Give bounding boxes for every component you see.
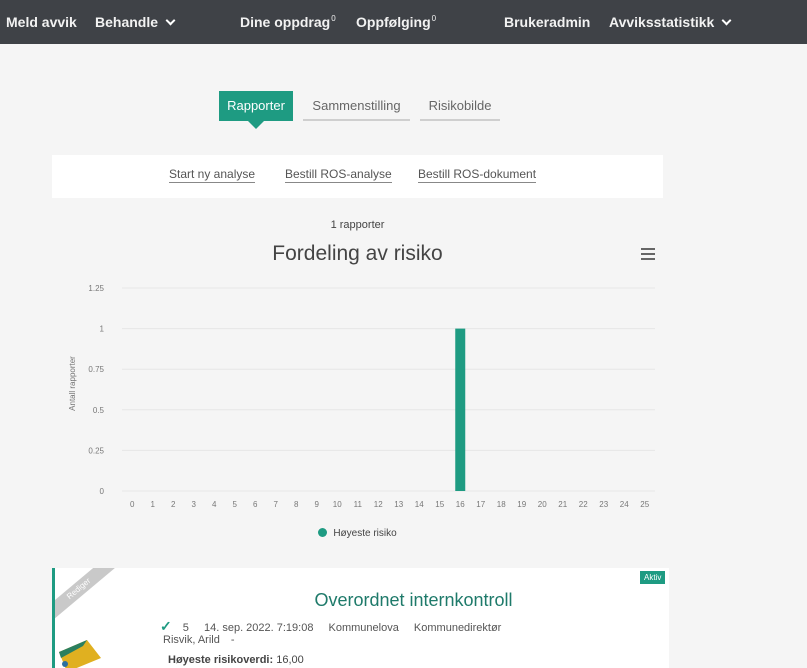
y-tick-label: 0.75 [88, 365, 104, 374]
y-tick-label: 1 [100, 325, 105, 334]
chart-menu-icon[interactable] [641, 248, 655, 260]
report-title[interactable]: Overordnet internkontroll [55, 590, 669, 611]
x-tick-label: 12 [374, 500, 383, 509]
y-tick-label: 1.25 [88, 284, 104, 293]
order-ros-document-link[interactable]: Bestill ROS-dokument [418, 167, 537, 183]
nav-behandle-label: Behandle [95, 14, 159, 30]
actions-bar: Start ny analyse Bestill ROS-analyse Bes… [52, 155, 663, 198]
x-tick-label: 4 [212, 500, 217, 509]
nav-oppfolging-label: Oppfølging [356, 14, 431, 30]
tab-risikobilde-label: Risikobilde [428, 98, 492, 113]
chart-plot: 00.250.50.7511.25Antall rapporter0 1 2 3 4 5 6… [68, 284, 655, 509]
report-role: Kommunedirektør [413, 622, 502, 634]
highest-risk-line: Høyeste risikoverdi: 16,00 [168, 654, 304, 666]
nav-meld-avvik-label: Meld avvik [6, 14, 77, 30]
nav-dine-oppdrag-label: Dine oppdrag [240, 14, 331, 30]
x-tick-label: 11 [354, 500, 363, 509]
y-tick-label: 0 [100, 487, 105, 496]
x-tick-label: 6 [253, 500, 258, 509]
x-tick-label: 5 [233, 500, 238, 509]
x-tick-label: 2 [171, 500, 176, 509]
x-tick-label: 8 [294, 500, 299, 509]
x-tick-label: 22 [579, 500, 588, 509]
status-badge: Aktiv [640, 571, 666, 584]
nav-meld-avvik[interactable]: Meld avvik [6, 14, 77, 30]
x-tick-label: 3 [192, 500, 197, 509]
legend-marker [318, 528, 328, 537]
report-document-icon [59, 640, 101, 668]
view-tabs: Rapporter Sammenstilling Risikobilde [0, 91, 807, 131]
chevron-down-icon [165, 15, 176, 26]
report-number: 5 [182, 622, 189, 634]
nav-avviksstatistikk-label: Avviksstatistikk [609, 14, 715, 30]
nav-dine-oppdrag-badge: 0 [331, 14, 336, 23]
nav-oppfolging[interactable]: Oppfølging0 [356, 14, 436, 30]
x-tick-label: 14 [415, 500, 424, 509]
tab-sammenstilling[interactable]: Sammenstilling [303, 91, 410, 121]
report-card[interactable]: Rediger Aktiv Overordnet internkontroll … [52, 568, 669, 668]
nav-avviksstatistikk[interactable]: Avviksstatistikk [609, 14, 732, 30]
x-tick-label: 0 [130, 500, 135, 509]
checkmark-icon: ✓ [160, 618, 172, 634]
chevron-down-icon [721, 15, 732, 26]
y-axis-label: Antall rapporter [68, 356, 77, 411]
bar [455, 328, 466, 491]
x-tick-label: 1 [151, 500, 156, 509]
report-person: Risvik, Arild [163, 634, 220, 646]
x-tick-label: 21 [558, 500, 567, 509]
risk-distribution-chart: 1 rapporter Fordeling av risiko 0 0.25 0.5… [52, 210, 663, 562]
report-count: 1 rapporter [330, 219, 385, 231]
start-analysis-link[interactable]: Start ny analyse [169, 167, 256, 183]
tab-sammenstilling-label: Sammenstilling [312, 98, 401, 113]
y-tick-label: 0.25 [88, 446, 104, 455]
top-navigation: Meld avvik Behandle Dine oppdrag0 Oppføl… [0, 0, 807, 44]
x-tick-label: 7 [274, 500, 279, 509]
x-tick-label: 18 [497, 500, 506, 509]
x-tick-label: 10 [333, 500, 342, 509]
x-tick-label: 16 [456, 500, 465, 509]
y-tick-label: 0.5 [93, 406, 105, 415]
nav-oppfolging-badge: 0 [431, 14, 437, 23]
tab-risikobilde[interactable]: Risikobilde [420, 91, 500, 121]
order-ros-analysis-link[interactable]: Bestill ROS-analyse [285, 167, 392, 183]
x-tick-label: 25 [640, 500, 649, 509]
tab-rapporter[interactable]: Rapporter [219, 91, 293, 129]
x-tick-label: 23 [599, 500, 608, 509]
x-tick-label: 20 [538, 500, 547, 509]
x-tick-label: 15 [435, 500, 444, 509]
x-tick-label: 13 [394, 500, 403, 509]
nav-brukeradmin-label: Brukeradmin [504, 14, 591, 30]
x-tick-label: 24 [620, 500, 629, 509]
nav-dine-oppdrag[interactable]: Dine oppdrag0 [240, 14, 336, 30]
x-tick-label: 19 [517, 500, 526, 509]
report-person-suffix: - [230, 634, 235, 646]
nav-brukeradmin[interactable]: Brukeradmin [504, 14, 590, 30]
highest-risk-value: 16,00 [276, 654, 304, 666]
nav-behandle[interactable]: Behandle [95, 14, 176, 30]
highest-risk-label: Høyeste risikoverdi: [168, 654, 274, 666]
tab-rapporter-label: Rapporter [227, 98, 285, 113]
report-meta: ✓ 5 14. sep. 2022. 7:19:08 Kommunelova K… [160, 618, 501, 635]
legend-label: Høyeste risiko [333, 528, 397, 539]
chart-title: Fordeling av risiko [272, 242, 443, 265]
x-tick-label: 9 [315, 500, 320, 509]
report-person-line: Risvik, Arild - [163, 634, 235, 646]
x-tick-label: 17 [476, 500, 485, 509]
report-date: 14. sep. 2022. 7:19:08 [203, 622, 314, 634]
chart-legend[interactable]: Høyeste risiko [52, 528, 663, 539]
report-law: Kommunelova [328, 622, 399, 634]
